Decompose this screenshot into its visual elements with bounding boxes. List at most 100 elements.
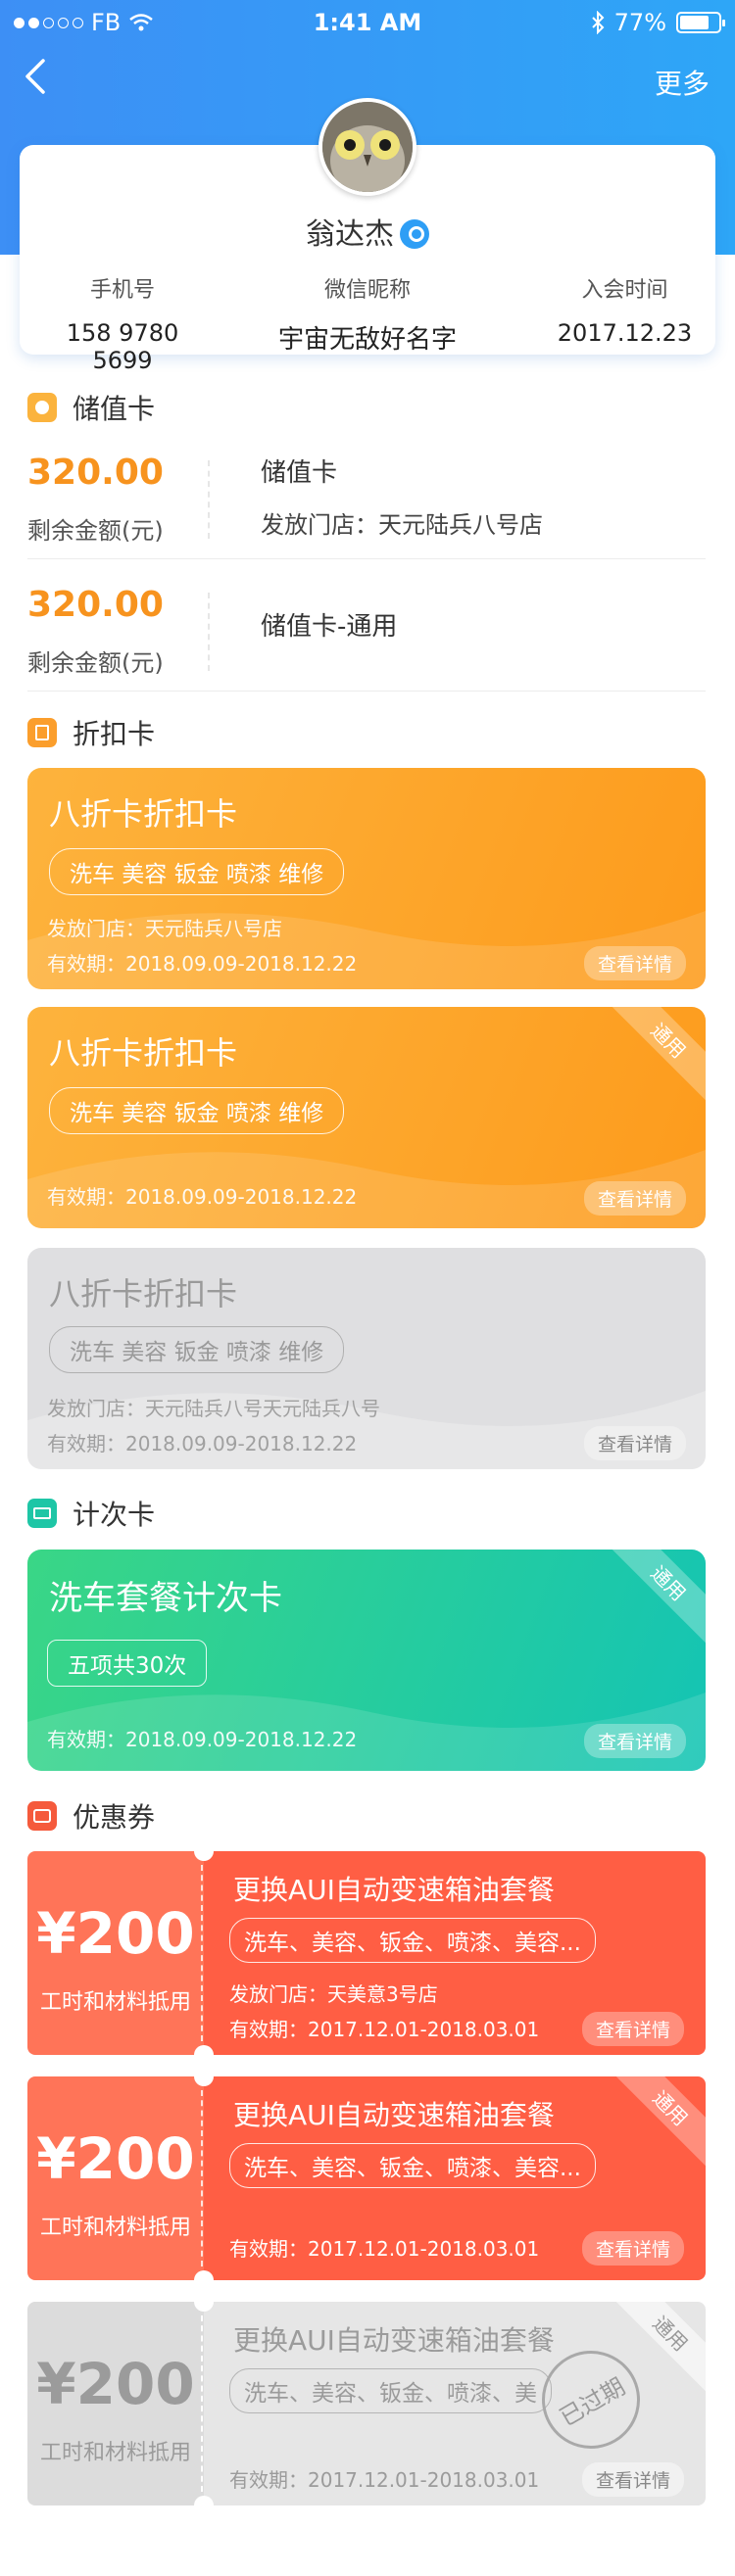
stored-value-item[interactable]: 320.00 剩余金额(元) 储值卡 发放门店：天元陆兵八号店 [27, 431, 706, 558]
divider [208, 593, 210, 671]
perforation [201, 2090, 203, 2266]
phone-label: 手机号 [89, 278, 155, 303]
view-details-button[interactable]: 查看详情 [581, 2231, 684, 2266]
phone-value: 158 9780 5699 [66, 319, 179, 374]
card-title: 八折卡折扣卡 [49, 1034, 238, 1072]
validity: 有效期：2017.12.01-2018.03.01 [229, 2018, 540, 2041]
discount-card[interactable]: 通用 八折卡折扣卡 洗车 美容 钣金 喷漆 维修 有效期：2018.09.09-… [27, 1007, 706, 1228]
perforation [201, 2315, 203, 2492]
issuing-store: 发放门店：天元陆兵八号店 [261, 511, 543, 539]
coupon-left: ¥200 工时和材料抵用 [27, 1851, 204, 2055]
divider [208, 460, 210, 539]
profile-name: 翁达杰 [306, 217, 394, 252]
wechat-label: 微信昵称 [323, 278, 411, 303]
issuing-store: 发放门店：天美意3号店 [229, 1982, 438, 2006]
coupon-right: 通用 更换AUI自动变速箱油套餐 洗车、美容、钣金、喷漆、美 有效期：2017.… [204, 2302, 706, 2505]
coupon-title: 更换AUI自动变速箱油套餐 [233, 2099, 555, 2131]
coupon-item[interactable]: ¥200 工时和材料抵用 通用 更换AUI自动变速箱油套餐 洗车、美容、钣金、喷… [27, 2076, 706, 2280]
discount-card[interactable]: 八折卡折扣卡 洗车 美容 钣金 喷漆 维修 发放门店：天元陆兵八号店 有效期：2… [27, 768, 706, 989]
coupon-icon [27, 1801, 57, 1831]
join-label: 入会时间 [581, 278, 668, 303]
status-bar: FB 1:41 AM 77% [0, 0, 735, 47]
view-details-button[interactable]: 查看详情 [583, 1181, 686, 1216]
join-column: 入会时间 2017.12.23 [554, 272, 696, 347]
validity: 有效期：2018.09.09-2018.12.22 [47, 1185, 358, 1209]
join-value: 2017.12.23 [557, 319, 693, 347]
stored-value-item[interactable]: 320.00 剩余金额(元) 储值卡-通用 [27, 563, 706, 691]
service-tags: 洗车 美容 钣金 喷漆 维修 [49, 848, 345, 895]
coupon-title: 更换AUI自动变速箱油套餐 [233, 1874, 555, 1906]
section-coupon: 优惠券 [27, 1796, 155, 1836]
issuing-store: 发放门店：天元陆兵八号天元陆兵八号 [47, 1397, 380, 1420]
count-card[interactable]: 通用 洗车套餐计次卡 五项共30次 有效期：2018.09.09-2018.12… [27, 1550, 706, 1771]
divider [27, 691, 706, 692]
view-details-button[interactable]: 查看详情 [581, 2462, 684, 2497]
coupon-amount-label: 工时和材料抵用 [39, 2441, 191, 2465]
universal-ribbon: 通用 [607, 2076, 706, 2171]
service-tags: 洗车、美容、钣金、喷漆、美容... [229, 2143, 596, 2188]
balance-label: 剩余金额(元) [27, 517, 164, 545]
coupon-amount: ¥200 [36, 2351, 195, 2417]
count-tag: 五项共30次 [47, 1640, 208, 1687]
wallet-icon [27, 393, 57, 422]
balance-amount: 320.00 [27, 453, 164, 493]
card-name: 储值卡-通用 [261, 612, 398, 642]
balance-amount: 320.00 [27, 585, 164, 625]
card-title: 洗车套餐计次卡 [49, 1579, 282, 1618]
coupon-amount-label: 工时和材料抵用 [39, 2216, 191, 2240]
back-arrow-icon[interactable] [20, 57, 55, 96]
battery-percent: 77% [613, 9, 666, 36]
profile-name-row: 翁达杰 [0, 210, 735, 253]
section-title: 折扣卡 [73, 718, 156, 750]
view-details-button[interactable]: 查看详情 [581, 2012, 684, 2046]
balance-label: 剩余金额(元) [27, 649, 164, 677]
battery-icon [676, 12, 725, 33]
coupon-title: 更换AUI自动变速箱油套餐 [233, 2324, 555, 2357]
discount-card-expired[interactable]: 八折卡折扣卡 洗车 美容 钣金 喷漆 维修 发放门店：天元陆兵八号天元陆兵八号 … [27, 1248, 706, 1469]
count-card-icon [27, 1499, 57, 1528]
view-details-button[interactable]: 查看详情 [583, 1426, 686, 1460]
coupon-amount: ¥200 [36, 1900, 195, 1967]
divider [27, 558, 706, 559]
coupon-amount-label: 工时和材料抵用 [39, 1990, 191, 2015]
card-name: 储值卡 [261, 458, 338, 488]
coupon-item[interactable]: ¥200 工时和材料抵用 更换AUI自动变速箱油套餐 洗车、美容、钣金、喷漆、美… [27, 1851, 706, 2055]
validity: 有效期：2018.09.09-2018.12.22 [47, 1432, 358, 1455]
issuing-store: 发放门店：天元陆兵八号店 [47, 917, 282, 940]
service-tags: 洗车 美容 钣金 喷漆 维修 [49, 1087, 345, 1134]
owl-avatar-image [322, 102, 413, 192]
section-count: 计次卡 [27, 1494, 155, 1533]
universal-ribbon: 通用 [605, 1007, 706, 1104]
more-button[interactable]: 更多 [655, 63, 710, 102]
coupon-amount: ¥200 [36, 2125, 195, 2192]
service-tags: 洗车、美容、钣金、喷漆、美 [229, 2368, 552, 2413]
status-right: 77% [591, 9, 725, 36]
validity: 有效期：2018.09.09-2018.12.22 [47, 1728, 358, 1751]
verified-badge-icon [400, 219, 429, 249]
bluetooth-icon [591, 11, 605, 34]
section-stored-value: 储值卡 [27, 388, 155, 427]
section-discount: 折扣卡 [27, 713, 155, 752]
phone-column: 手机号 158 9780 5699 [39, 272, 206, 374]
validity: 有效期：2017.12.01-2018.03.01 [229, 2468, 540, 2492]
view-details-button[interactable]: 查看详情 [583, 946, 686, 980]
section-title: 计次卡 [73, 1499, 156, 1531]
service-tags: 洗车、美容、钣金、喷漆、美容... [229, 1918, 596, 1963]
card-title: 八折卡折扣卡 [49, 795, 238, 833]
section-title: 优惠券 [73, 1801, 156, 1834]
service-tags: 洗车 美容 钣金 喷漆 维修 [49, 1326, 345, 1373]
coupon-left: ¥200 工时和材料抵用 [27, 2302, 204, 2505]
wechat-value: 宇宙无敌好名字 [277, 325, 457, 355]
validity: 有效期：2018.09.09-2018.12.22 [47, 952, 358, 976]
coupon-right: 更换AUI自动变速箱油套餐 洗车、美容、钣金、喷漆、美容... 发放门店：天美意… [204, 1851, 706, 2055]
coupon-item-expired[interactable]: ¥200 工时和材料抵用 通用 更换AUI自动变速箱油套餐 洗车、美容、钣金、喷… [27, 2302, 706, 2505]
universal-ribbon: 通用 [605, 1550, 706, 1646]
coupon-right: 通用 更换AUI自动变速箱油套餐 洗车、美容、钣金、喷漆、美容... 有效期：2… [204, 2076, 706, 2280]
wechat-column: 微信昵称 宇宙无敌好名字 [260, 272, 475, 356]
coupon-left: ¥200 工时和材料抵用 [27, 2076, 204, 2280]
avatar[interactable] [318, 98, 416, 196]
card-title: 八折卡折扣卡 [49, 1275, 238, 1312]
view-details-button[interactable]: 查看详情 [583, 1724, 686, 1758]
section-title: 储值卡 [73, 393, 156, 425]
discount-icon [27, 718, 57, 747]
